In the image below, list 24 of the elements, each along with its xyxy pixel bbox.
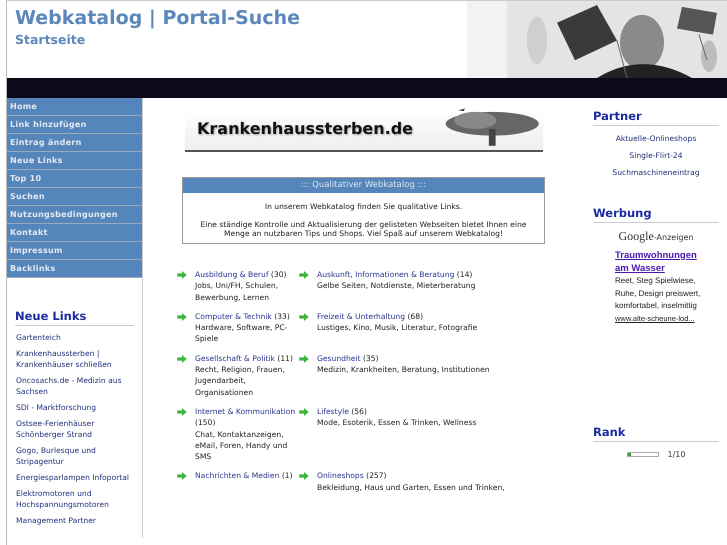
page-subtitle: Startseite: [15, 32, 86, 47]
ads-brand: Google: [618, 229, 654, 243]
section-heading: Neue Links: [15, 309, 134, 326]
rank-reading: 1/10: [668, 450, 686, 459]
arrow-icon: [177, 408, 187, 416]
banner-text: Krankenhaussterben.de: [196, 119, 414, 140]
arrow-icon: [299, 271, 309, 279]
arrow-icon: [299, 472, 309, 480]
intro-title: ::: Qualitativer Webkatalog :::: [183, 178, 544, 193]
section-heading: Rank: [593, 425, 719, 442]
section-heading: Werbung: [593, 206, 719, 223]
arrow-icon: [299, 354, 309, 363]
arrow-icon: [299, 312, 309, 321]
arrow-icon: [177, 271, 187, 279]
arrow-icon: [177, 312, 187, 321]
rank-bar: [626, 452, 659, 457]
ads-label: -Anzeigen: [654, 233, 694, 242]
arrow-icon: [299, 408, 309, 416]
arrow-icon: [177, 472, 187, 480]
section-heading: Partner: [593, 109, 719, 126]
arrow-icon: [177, 354, 187, 363]
site-title: Webkatalog | Portal-Suche: [15, 7, 300, 29]
ad-text: Reet, Steg Spielwiese, Ruhe, Design preiswert, komfortabel, inselmittig: [615, 275, 702, 312]
ad-title-link[interactable]: Traumwohnungen am Wasser: [615, 250, 705, 275]
